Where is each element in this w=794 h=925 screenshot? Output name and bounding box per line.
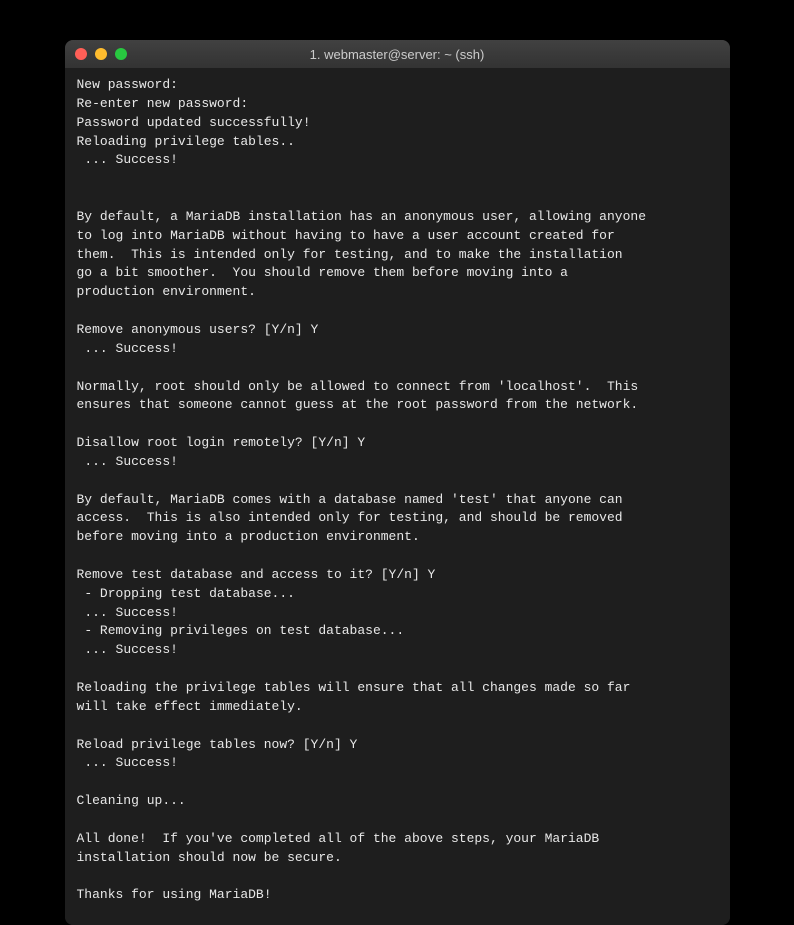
terminal-output[interactable]: New password: Re-enter new password: Pas… <box>65 68 730 925</box>
maximize-icon[interactable] <box>115 48 127 60</box>
window-titlebar[interactable]: 1. webmaster@server: ~ (ssh) <box>65 40 730 68</box>
terminal-window: 1. webmaster@server: ~ (ssh) New passwor… <box>65 40 730 925</box>
close-icon[interactable] <box>75 48 87 60</box>
minimize-icon[interactable] <box>95 48 107 60</box>
window-title: 1. webmaster@server: ~ (ssh) <box>65 47 730 62</box>
traffic-lights <box>75 48 127 60</box>
